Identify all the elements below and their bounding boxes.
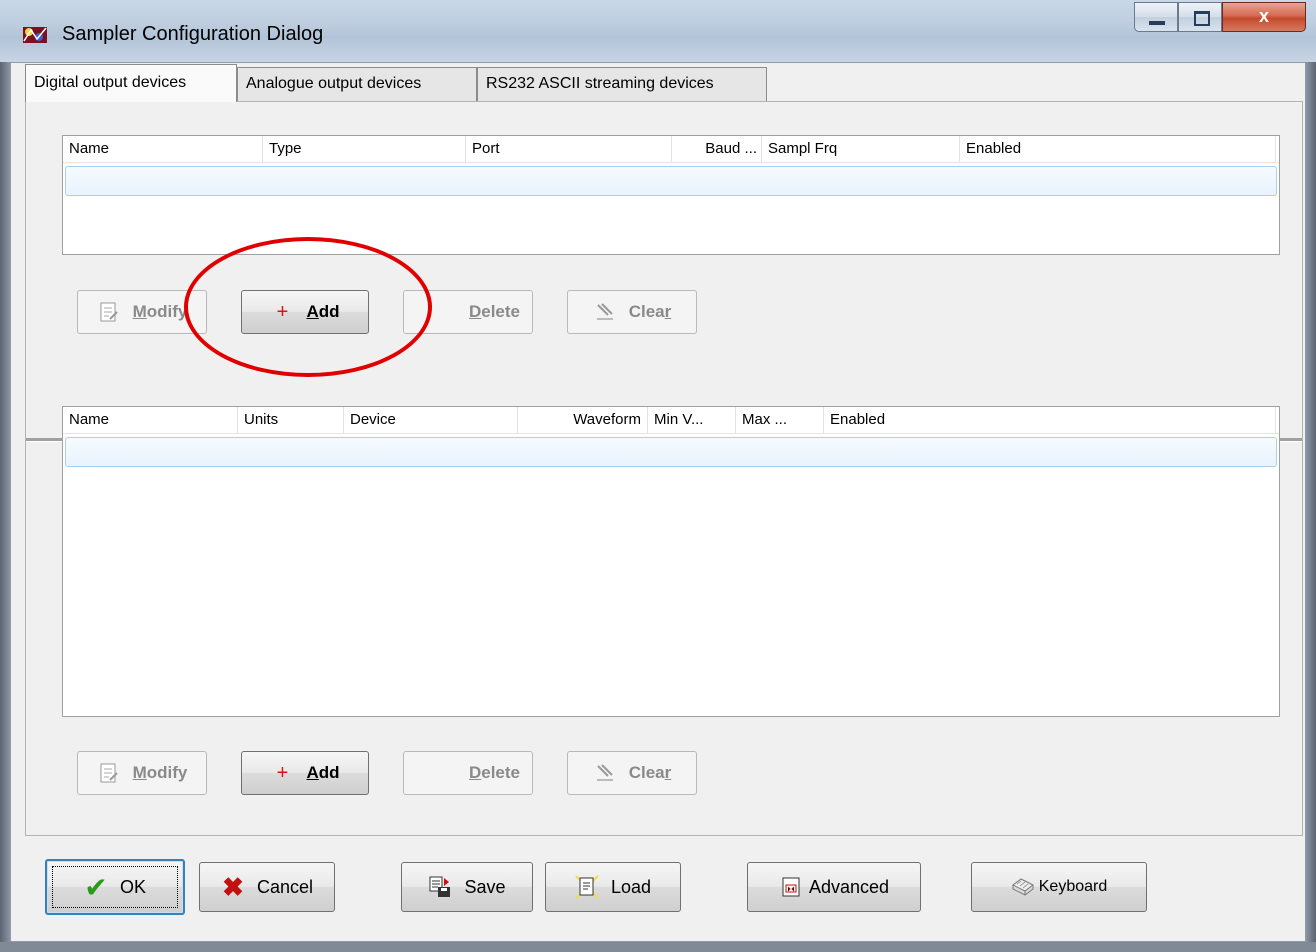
load-button[interactable]: Load <box>545 862 681 912</box>
channels-modify-button[interactable]: Modify <box>77 751 207 795</box>
cancel-button[interactable]: ✖ Cancel <box>199 862 335 912</box>
tab-rs232-ascii-streaming-devices[interactable]: RS232 ASCII streaming devices <box>477 67 767 101</box>
tab-label: Analogue output devices <box>246 75 422 92</box>
tab-analogue-output-devices[interactable]: Analogue output devices <box>237 67 477 101</box>
sampler-app-icon <box>23 27 47 43</box>
window-frame-right <box>1306 62 1316 952</box>
plus-icon: + <box>276 301 289 323</box>
tab-label: RS232 ASCII streaming devices <box>486 75 714 92</box>
sampler-configuration-dialog: Sampler Configuration Dialog x Digital o… <box>0 0 1316 952</box>
column-header-max-value[interactable]: Max ... <box>736 407 824 433</box>
devices-add-button[interactable]: + Add <box>241 290 369 334</box>
channels-modify-label: Modify <box>132 763 188 782</box>
column-header-baud[interactable]: Baud ... <box>672 136 762 162</box>
tab-label: Digital output devices <box>34 74 187 91</box>
column-header-enabled[interactable]: Enabled <box>960 136 1276 162</box>
clear-icon <box>593 300 617 324</box>
keyboard-button[interactable]: Keyboard <box>971 862 1147 912</box>
devices-modify-button[interactable]: Modify <box>77 290 207 334</box>
column-header-units[interactable]: Units <box>238 407 344 433</box>
plus-icon: + <box>276 762 289 784</box>
close-button[interactable]: x <box>1222 2 1306 32</box>
column-header-sample-frequency[interactable]: Sampl Frq <box>762 136 960 162</box>
window-frame-left <box>0 62 10 952</box>
advanced-label: Advanced <box>808 876 890 897</box>
channels-add-button[interactable]: + Add <box>241 751 369 795</box>
dialog-client-area: Digital output devices Analogue output d… <box>10 62 1306 942</box>
channels-clear-button[interactable]: Clear <box>567 751 697 795</box>
devices-clear-button[interactable]: Clear <box>567 290 697 334</box>
column-header-waveform[interactable]: Waveform <box>518 407 648 433</box>
channels-clear-label: Clear <box>628 763 672 782</box>
save-button[interactable]: Save <box>401 862 533 912</box>
window-frame-bottom <box>0 942 1316 952</box>
load-icon <box>575 875 599 899</box>
clear-icon <box>593 761 617 785</box>
channels-list[interactable]: Name Units Device Waveform Min V... Max … <box>62 406 1280 717</box>
keyboard-icon <box>1011 875 1035 899</box>
title-bar[interactable]: Sampler Configuration Dialog x <box>0 0 1316 62</box>
focus-rectangle <box>52 866 178 908</box>
keyboard-label: Keyboard <box>1038 878 1108 895</box>
close-icon: x <box>1258 6 1269 26</box>
devices-list-header: Name Type Port Baud ... Sampl Frq Enable… <box>63 136 1279 163</box>
column-header-enabled[interactable]: Enabled <box>824 407 1276 433</box>
load-label: Load <box>610 876 652 897</box>
column-header-min-value[interactable]: Min V... <box>648 407 736 433</box>
channels-add-label: Add <box>306 763 340 782</box>
devices-list[interactable]: Name Type Port Baud ... Sampl Frq Enable… <box>62 135 1280 255</box>
column-header-device[interactable]: Device <box>344 407 518 433</box>
column-header-port[interactable]: Port <box>466 136 672 162</box>
minimize-button[interactable] <box>1134 2 1178 32</box>
tab-panel-digital-output-devices: Name Type Port Baud ... Sampl Frq Enable… <box>25 101 1303 836</box>
advanced-icon <box>779 875 803 899</box>
tab-digital-output-devices[interactable]: Digital output devices <box>25 64 237 102</box>
ok-button[interactable]: ✔ OK <box>45 859 185 915</box>
column-header-name[interactable]: Name <box>63 136 263 162</box>
column-header-type[interactable]: Type <box>263 136 466 162</box>
devices-modify-label: Modify <box>132 302 188 321</box>
devices-delete-button[interactable]: Delete <box>403 290 533 334</box>
cancel-x-icon: ✖ <box>222 871 244 902</box>
save-icon <box>428 875 452 899</box>
channels-list-header: Name Units Device Waveform Min V... Max … <box>63 407 1279 434</box>
channels-list-selected-row[interactable] <box>65 437 1277 467</box>
modify-icon <box>97 300 121 324</box>
channels-delete-label: Delete <box>468 763 520 782</box>
column-header-name[interactable]: Name <box>63 407 238 433</box>
cancel-label: Cancel <box>256 876 314 897</box>
advanced-button[interactable]: Advanced <box>747 862 921 912</box>
window-title: Sampler Configuration Dialog <box>62 23 324 45</box>
devices-list-selected-row[interactable] <box>65 166 1277 196</box>
devices-add-label: Add <box>306 302 340 321</box>
save-label: Save <box>464 876 506 897</box>
modify-icon <box>97 761 121 785</box>
channels-delete-button[interactable]: Delete <box>403 751 533 795</box>
maximize-button[interactable] <box>1178 2 1222 32</box>
devices-clear-label: Clear <box>628 302 672 321</box>
devices-delete-label: Delete <box>468 302 520 321</box>
